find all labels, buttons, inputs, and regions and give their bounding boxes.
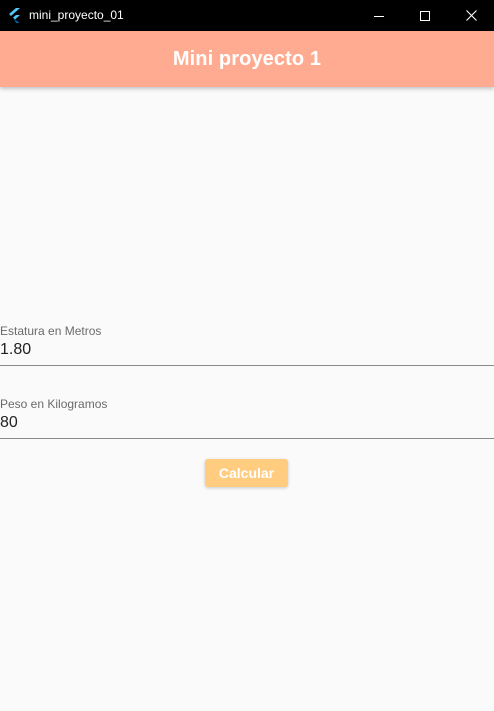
- height-field[interactable]: Estatura en Metros 1.80: [0, 322, 494, 366]
- weight-field-value[interactable]: 80: [0, 413, 18, 433]
- app-bar: Mini proyecto 1: [0, 31, 494, 87]
- calculate-button[interactable]: Calcular: [205, 459, 288, 487]
- weight-field-label: Peso en Kilogramos: [0, 397, 108, 411]
- maximize-button[interactable]: [402, 0, 448, 31]
- window-titlebar: mini_proyecto_01: [0, 0, 494, 31]
- page-title: Mini proyecto 1: [172, 47, 322, 70]
- weight-field[interactable]: Peso en Kilogramos 80: [0, 395, 494, 439]
- close-button[interactable]: [448, 0, 494, 31]
- height-field-label: Estatura en Metros: [0, 324, 102, 338]
- maximize-icon: [420, 10, 430, 21]
- minimize-button[interactable]: [356, 0, 402, 31]
- close-icon: [465, 10, 477, 21]
- app-window: mini_proyecto_01 Mini proyecto 1 Estatur…: [0, 0, 494, 711]
- flutter-icon: [8, 8, 22, 23]
- window-title: mini_proyecto_01: [29, 8, 124, 22]
- height-field-value[interactable]: 1.80: [0, 340, 31, 360]
- minimize-icon: [374, 15, 384, 17]
